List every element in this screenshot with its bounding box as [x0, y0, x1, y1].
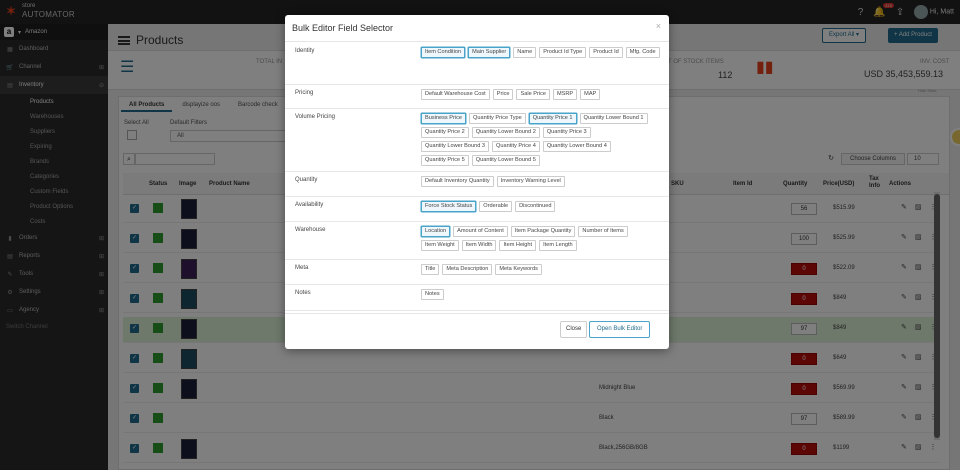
field-chip[interactable]: Quantity Lower Bound 1 [579, 113, 648, 124]
field-chip[interactable]: Meta Keywords [495, 264, 542, 275]
field-chips: Force Stock Status Orderable Discontinued [421, 201, 661, 212]
field-chip[interactable]: Orderable [479, 201, 513, 212]
field-chip[interactable]: Quantity Price 4 [492, 141, 540, 152]
field-chip[interactable]: MSRP [552, 89, 578, 100]
field-chip[interactable]: Quantity Price 5 [421, 155, 469, 166]
section-warehouse: Warehouse Location Amount of Content Item P… [285, 222, 669, 260]
field-chip[interactable]: Default Inventory Quantity [421, 176, 494, 187]
field-chip[interactable]: Quantity Lower Bound 4 [542, 141, 611, 152]
section-label: Warehouse [295, 227, 326, 233]
section-label: Availability [295, 202, 324, 208]
modal-header-divider [285, 41, 669, 42]
open-bulk-editor-button[interactable]: Open Bulk Editor [589, 321, 651, 338]
field-chip[interactable]: Default Warehouse Cost [421, 89, 490, 100]
field-chip[interactable]: Notes [421, 289, 444, 300]
field-chip[interactable]: Main Supplier [468, 47, 511, 58]
field-chip[interactable]: Force Stock Status [421, 201, 477, 212]
field-chips: Business Price Quantity Price Type Quantit… [421, 113, 661, 166]
field-chip[interactable]: Item Width [461, 240, 497, 251]
field-chip[interactable]: Number of Items [578, 226, 628, 237]
field-chip[interactable]: Amount of Content [453, 226, 508, 237]
field-chip[interactable]: Name [513, 47, 537, 58]
section-quantity: Quantity Default Inventory Quantity Invent… [285, 172, 669, 197]
section-label: Notes [295, 290, 311, 296]
field-chip[interactable]: Inventory Warning Level [496, 176, 565, 187]
field-chips: Location Amount of Content Item Package Qu… [421, 226, 661, 251]
field-chip[interactable]: Quantity Price Type [469, 113, 526, 124]
modal-title: Bulk Editor Field Selector [292, 23, 394, 33]
modal-footer: Close Open Bulk Editor [285, 321, 669, 341]
section-pricing: Pricing Default Warehouse Cost Price Sale P… [285, 85, 669, 109]
field-chips: Default Warehouse Cost Price Sale Price MSR… [421, 89, 661, 100]
section-label: Quantity [295, 177, 318, 183]
field-chip[interactable]: Item Length [539, 240, 577, 251]
field-chip[interactable]: Title [421, 264, 440, 275]
field-chip[interactable]: Quantity Price 3 [542, 127, 591, 138]
field-chip[interactable]: Product Id [589, 47, 623, 58]
section-label: Pricing [295, 90, 314, 96]
section-notes: Notes Notes [285, 285, 669, 311]
field-chip[interactable]: Price [492, 89, 514, 100]
field-chip[interactable]: Item Condition [421, 47, 466, 58]
field-chip[interactable]: Item Package Quantity [510, 226, 576, 237]
field-chip[interactable]: Quantity Lower Bound 5 [471, 155, 540, 166]
field-chip[interactable]: Location [421, 226, 451, 237]
section-label: Identity [295, 48, 315, 54]
field-chip[interactable]: Business Price [421, 113, 466, 124]
bulk-editor-modal: Bulk Editor Field Selector × Identity Ite… [285, 15, 669, 349]
field-chips: Notes [421, 289, 661, 300]
field-chip[interactable]: MAP [580, 89, 601, 100]
field-chip[interactable]: Meta Description [442, 264, 493, 275]
field-chip[interactable]: Discontinued [515, 201, 556, 212]
field-chip[interactable]: Quantity Price 2 [421, 127, 469, 138]
field-chip[interactable]: Quantity Lower Bound 3 [421, 141, 490, 152]
field-chips: Item Condition Main Supplier Name Product I… [421, 47, 661, 58]
section-label: Volume Pricing [295, 114, 336, 120]
modal-footer-divider [285, 313, 669, 314]
field-chips: Default Inventory Quantity Inventory Warn… [421, 176, 661, 187]
field-chip[interactable]: Sale Price [516, 89, 550, 100]
section-availability: Availability Force Stock Status Orderable D… [285, 197, 669, 222]
field-chip[interactable]: Product Id Type [539, 47, 587, 58]
section-identity: Identity Item Condition Main Supplier Name P… [285, 43, 669, 85]
close-button[interactable]: Close [560, 321, 588, 338]
field-chip[interactable]: Mfg. Code [625, 47, 660, 58]
field-chips: Title Meta Description Meta Keywords [421, 264, 661, 275]
field-chip[interactable]: Item Weight [421, 240, 459, 251]
section-meta: Meta Title Meta Description Meta Keywords [285, 260, 669, 285]
section-label: Meta [295, 265, 309, 271]
field-chip[interactable]: Item Height [499, 240, 537, 251]
close-icon[interactable]: × [656, 21, 661, 31]
section-volume-pricing: Volume Pricing Business Price Quantity Pri… [285, 109, 669, 172]
field-chip[interactable]: Quantity Lower Bound 2 [471, 127, 540, 138]
field-chip[interactable]: Quantity Price 1 [528, 113, 577, 124]
